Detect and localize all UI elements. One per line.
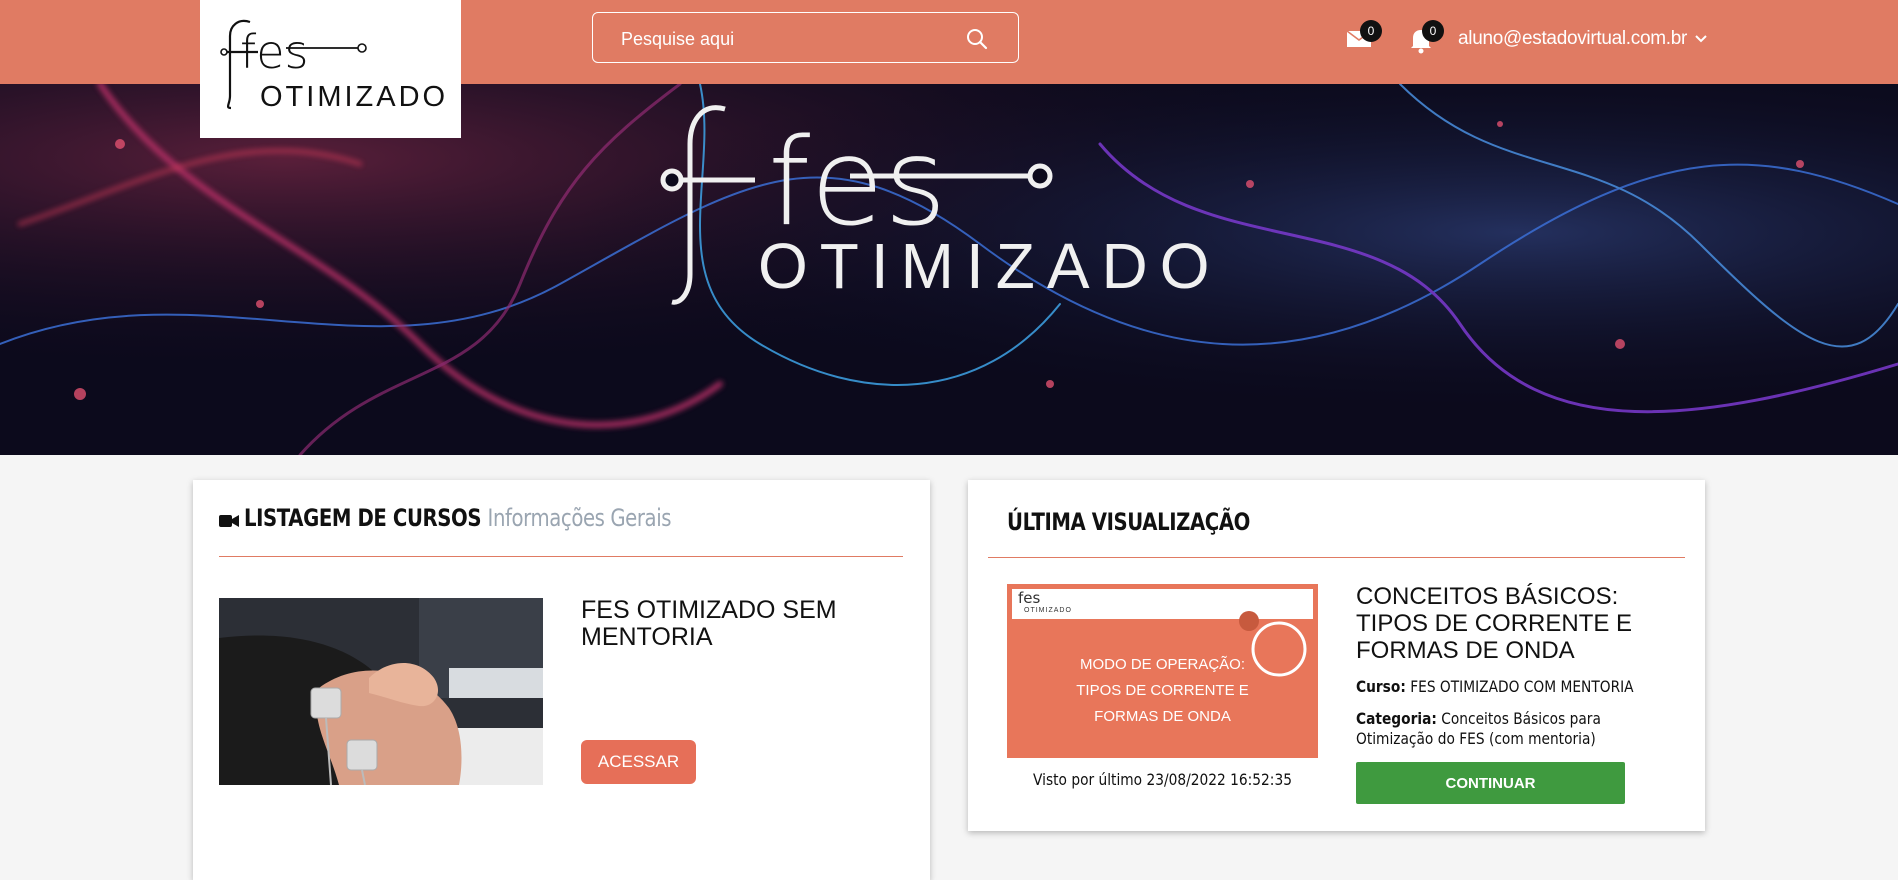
chevron-down-icon bbox=[1695, 35, 1707, 43]
last-view-card-title: ÚLTIMA VISUALIZAÇÃO bbox=[1007, 508, 1250, 536]
search-input[interactable] bbox=[619, 25, 963, 53]
continue-button[interactable]: CONTINUAR bbox=[1356, 762, 1625, 804]
courses-card-subtitle: Informações Gerais bbox=[487, 504, 672, 532]
courses-card-title: LISTAGEM DE CURSOS Informações Gerais bbox=[244, 504, 672, 532]
lesson-category: Categoria: Conceitos Básicos para Otimiz… bbox=[1356, 709, 1601, 748]
search-box bbox=[592, 12, 1019, 63]
course-thumbnail[interactable] bbox=[219, 598, 543, 785]
course-photo bbox=[219, 598, 543, 785]
svg-text:fes: fes bbox=[240, 25, 308, 79]
last-view-divider bbox=[988, 557, 1685, 558]
messages-count-badge: 0 bbox=[1360, 20, 1382, 42]
course-name[interactable]: FES OTIMIZADO SEM MENTORIA bbox=[581, 597, 881, 651]
lesson-thumbnail[interactable]: fes OTIMIZADO MODO DE OPERAÇÃO: TIPOS DE… bbox=[1007, 584, 1318, 758]
last-view-card: ÚLTIMA VISUALIZAÇÃO fes OTIMIZADO MODO D… bbox=[968, 480, 1705, 831]
neural-background-image: fes OTIMIZADO bbox=[0, 84, 1898, 455]
svg-text:OTIMIZADO: OTIMIZADO bbox=[758, 230, 1222, 302]
last-seen-timestamp: Visto por último 23/08/2022 16:52:35 bbox=[1033, 770, 1292, 789]
messages-button[interactable]: 0 bbox=[1346, 20, 1382, 54]
access-course-button[interactable]: ACESSAR bbox=[581, 740, 696, 784]
notifications-button[interactable]: 0 bbox=[1408, 20, 1444, 54]
user-menu[interactable]: aluno@estadovirtual.com.br bbox=[1458, 28, 1707, 50]
svg-text:OTIMIZADO: OTIMIZADO bbox=[260, 81, 448, 113]
lesson-title[interactable]: CONCEITOS BÁSICOS: TIPOS DE CORRENTE E F… bbox=[1356, 583, 1656, 664]
thumbnail-logo-bottom: OTIMIZADO bbox=[1024, 607, 1072, 614]
courses-divider bbox=[219, 556, 903, 557]
search-icon[interactable] bbox=[965, 27, 989, 51]
fes-logo-mark: fes OTIMIZADO bbox=[220, 19, 448, 113]
thumbnail-caption: MODO DE OPERAÇÃO: TIPOS DE CORRENTE E FO… bbox=[1076, 656, 1249, 725]
lesson-course: Curso: FES OTIMIZADO COM MENTORIA bbox=[1356, 677, 1634, 696]
notifications-count-badge: 0 bbox=[1422, 20, 1444, 42]
user-email: aluno@estadovirtual.com.br bbox=[1458, 28, 1688, 49]
video-camera-icon bbox=[219, 515, 239, 527]
thumbnail-logo-top: fes bbox=[1018, 589, 1041, 607]
site-logo[interactable]: fes OTIMIZADO bbox=[200, 0, 461, 138]
hero-banner: fes OTIMIZADO bbox=[0, 84, 1898, 455]
courses-card: LISTAGEM DE CURSOS Informações Gerais FE… bbox=[193, 480, 930, 880]
